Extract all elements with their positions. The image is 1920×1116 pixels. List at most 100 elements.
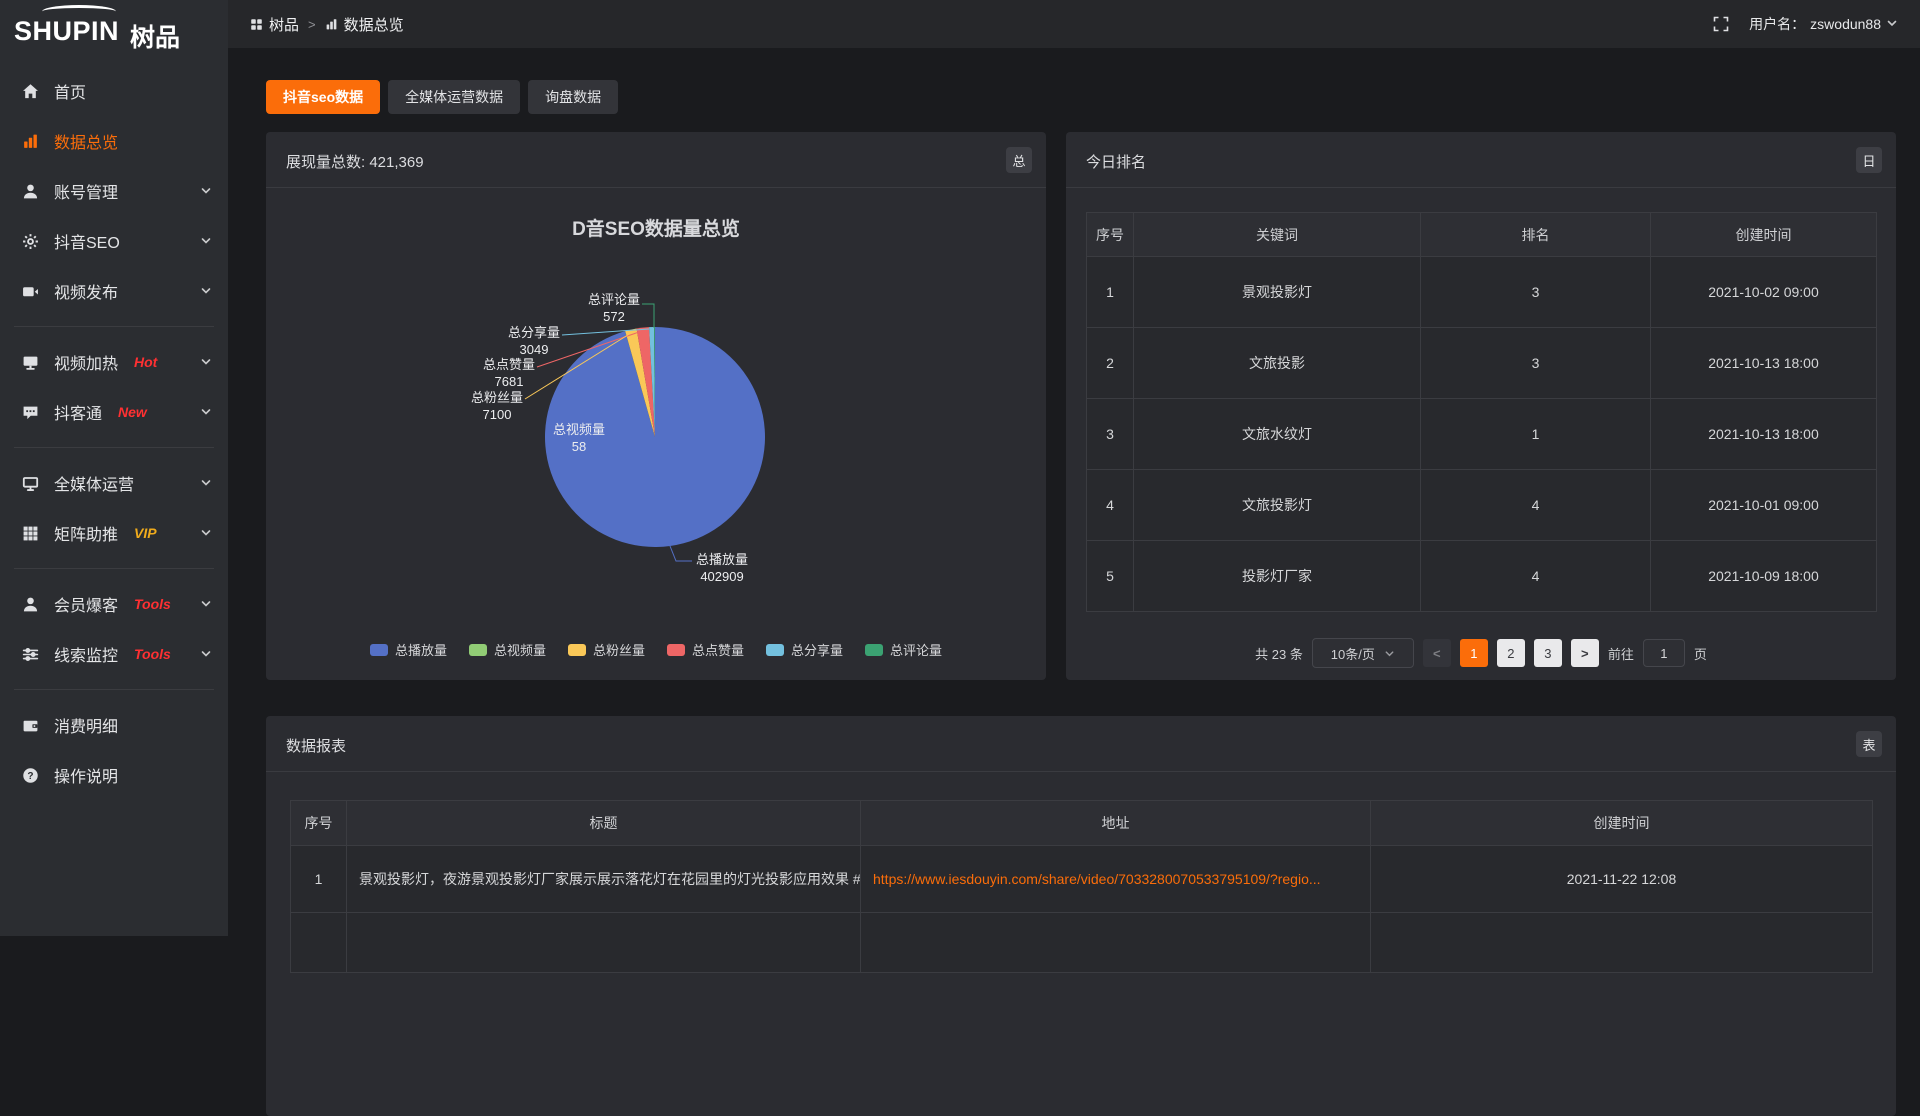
home-icon — [22, 83, 39, 100]
video-link[interactable]: https://www.iesdouyin.com/share/video/70… — [873, 871, 1321, 887]
data-tabs: 抖音seo数据全媒体运营数据询盘数据 — [266, 80, 618, 114]
sidebar-item-chart-bar[interactable]: 数据总览 — [0, 116, 228, 166]
sidebar-item-chat[interactable]: 抖客通 New — [0, 387, 228, 437]
sidebar-item-label: 视频加热 — [54, 350, 118, 374]
page-button-2[interactable]: 2 — [1497, 639, 1525, 667]
tv-icon — [22, 354, 39, 371]
logo[interactable]: SHUPIN 树品 — [0, 0, 228, 60]
table-cell: 2021-10-01 09:00 — [1651, 470, 1877, 541]
chevron-down-icon — [200, 527, 212, 539]
table-cell: 景观投影灯 — [1134, 257, 1421, 328]
sidebar-item-label: 矩阵助推 — [54, 521, 118, 545]
sidebar-item-label: 消费明细 — [54, 713, 118, 737]
breadcrumb-label: 数据总览 — [344, 14, 404, 35]
sidebar-item-grid[interactable]: 矩阵助推VIP — [0, 508, 228, 558]
legend-item[interactable]: 总点赞量 — [667, 640, 744, 659]
sidebar-item-wallet[interactable]: 消费明细 — [0, 700, 228, 750]
legend-swatch — [865, 644, 883, 656]
page-button-1[interactable]: 1 — [1460, 639, 1488, 667]
tab-1[interactable]: 全媒体运营数据 — [388, 80, 520, 114]
day-badge-button[interactable]: 日 — [1856, 147, 1882, 173]
report-panel-header: 数据报表 表 — [266, 716, 1896, 772]
breadcrumb-item[interactable]: 树品 — [250, 14, 299, 35]
table-row[interactable]: 2文旅投影32021-10-13 18:00 — [1087, 328, 1877, 399]
sidebar-item-member[interactable]: 会员爆客Tools — [0, 579, 228, 629]
sidebar-item-sliders[interactable]: 线索监控Tools — [0, 629, 228, 679]
table-badge-button[interactable]: 表 — [1856, 731, 1882, 757]
sidebar-item-user[interactable]: 账号管理 — [0, 166, 228, 216]
table-row — [291, 913, 1873, 973]
report-panel-title: 数据报表 — [286, 735, 346, 756]
table-cell: 3 — [1421, 328, 1651, 399]
sidebar-item-question[interactable]: ?操作说明 — [0, 750, 228, 800]
page-button-3[interactable]: 3 — [1534, 639, 1562, 667]
legend-label: 总粉丝量 — [593, 640, 645, 659]
legend-item[interactable]: 总分享量 — [766, 640, 843, 659]
column-header: 排名 — [1421, 213, 1651, 257]
table-row[interactable]: 5投影灯厂家42021-10-09 18:00 — [1087, 541, 1877, 612]
member-icon — [22, 596, 39, 613]
breadcrumb-separator: > — [308, 17, 316, 32]
tab-2[interactable]: 询盘数据 — [528, 80, 618, 114]
breadcrumb-item[interactable]: 数据总览 — [325, 14, 404, 35]
table-cell: 4 — [1421, 541, 1651, 612]
legend-item[interactable]: 总播放量 — [370, 640, 447, 659]
pie-label-line — [670, 546, 692, 561]
report-url-cell: https://www.iesdouyin.com/share/video/70… — [861, 846, 1371, 913]
sidebar-divider — [14, 689, 214, 690]
report-table: 序号标题地址创建时间 1景观投影灯，夜游景观投影灯厂家展示展示落花灯在花园里的灯… — [290, 800, 1873, 973]
table-row[interactable]: 1景观投影灯32021-10-02 09:00 — [1087, 257, 1877, 328]
prev-page-button[interactable]: < — [1423, 639, 1451, 667]
sidebar-item-label: 抖客通 — [54, 400, 102, 424]
goto-page-input[interactable] — [1643, 639, 1685, 667]
sidebar-item-label: 账号管理 — [54, 179, 118, 203]
sidebar-item-label: 抖音SEO — [54, 229, 120, 253]
legend-item[interactable]: 总粉丝量 — [568, 640, 645, 659]
pie-callout-label: 总分享量 3049 — [508, 324, 560, 358]
legend-swatch — [766, 644, 784, 656]
pie-chart[interactable] — [266, 132, 1046, 680]
report-title-cell: 景观投影灯，夜游景观投影灯厂家展示展示落花灯在花园里的灯光投影应用效果 # — [347, 846, 861, 913]
column-header: 地址 — [861, 801, 1371, 846]
legend-item[interactable]: 总评论量 — [865, 640, 942, 659]
table-cell: 文旅水纹灯 — [1134, 399, 1421, 470]
tab-0[interactable]: 抖音seo数据 — [266, 80, 380, 114]
breadcrumb: 树品 > 数据总览 — [250, 14, 404, 35]
table-row[interactable]: 3文旅水纹灯12021-10-13 18:00 — [1087, 399, 1877, 470]
sidebar-item-home[interactable]: 首页 — [0, 66, 228, 116]
pie-callout-label: 总评论量 572 — [588, 291, 640, 325]
sidebar-item-monitor[interactable]: 全媒体运营 — [0, 458, 228, 508]
sidebar-item-label: 数据总览 — [54, 129, 118, 153]
pagination-total: 共 23 条 — [1255, 644, 1303, 663]
sidebar-item-video[interactable]: 视频发布 — [0, 266, 228, 316]
chart-bar-icon — [325, 18, 338, 31]
user-menu[interactable]: 用户名： zswodun88 — [1749, 14, 1898, 34]
sidebar-item-badge: New — [118, 404, 147, 420]
ranking-table: 序号关键词排名创建时间 1景观投影灯32021-10-02 09:002文旅投影… — [1086, 212, 1877, 612]
legend-item[interactable]: 总视频量 — [469, 640, 546, 659]
legend-label: 总播放量 — [395, 640, 447, 659]
chevron-down-icon — [200, 406, 212, 418]
report-panel: 数据报表 表 序号标题地址创建时间 1景观投影灯，夜游景观投影灯厂家展示展示落花… — [266, 716, 1896, 1116]
sidebar-menu: 首页数据总览账号管理抖音SEO视频发布视频加热Hot抖客通New全媒体运营矩阵助… — [0, 60, 228, 800]
sidebar: SHUPIN 树品 首页数据总览账号管理抖音SEO 视频发布视频加热Hot 抖客通 N… — [0, 0, 228, 936]
table-row[interactable]: 1景观投影灯，夜游景观投影灯厂家展示展示落花灯在花园里的灯光投影应用效果 #ht… — [291, 846, 1873, 913]
sidebar-item-badge: Tools — [134, 596, 171, 612]
sidebar-item-gear[interactable]: 抖音SEO — [0, 216, 228, 266]
page-size-value: 10条/页 — [1331, 644, 1375, 663]
next-page-button[interactable]: > — [1571, 639, 1599, 667]
page-size-select[interactable]: 10条/页 — [1312, 638, 1414, 668]
ranking-panel-title: 今日排名 — [1086, 151, 1146, 172]
fullscreen-icon[interactable] — [1713, 16, 1729, 32]
sidebar-item-label: 线索监控 — [54, 642, 118, 666]
sidebar-item-label: 视频发布 — [54, 279, 118, 303]
table-cell: 1 — [1421, 399, 1651, 470]
pie-callout-label: 总视频量 58 — [553, 421, 605, 455]
sidebar-item-label: 首页 — [54, 79, 86, 103]
chat-icon — [22, 404, 39, 421]
sidebar-item-tv[interactable]: 视频加热Hot — [0, 337, 228, 387]
table-row[interactable]: 4文旅投影灯42021-10-01 09:00 — [1087, 470, 1877, 541]
pie-callout-label: 总粉丝量 7100 — [471, 389, 523, 423]
logo-text-en: SHUPIN — [14, 16, 119, 47]
app-icon — [250, 18, 263, 31]
